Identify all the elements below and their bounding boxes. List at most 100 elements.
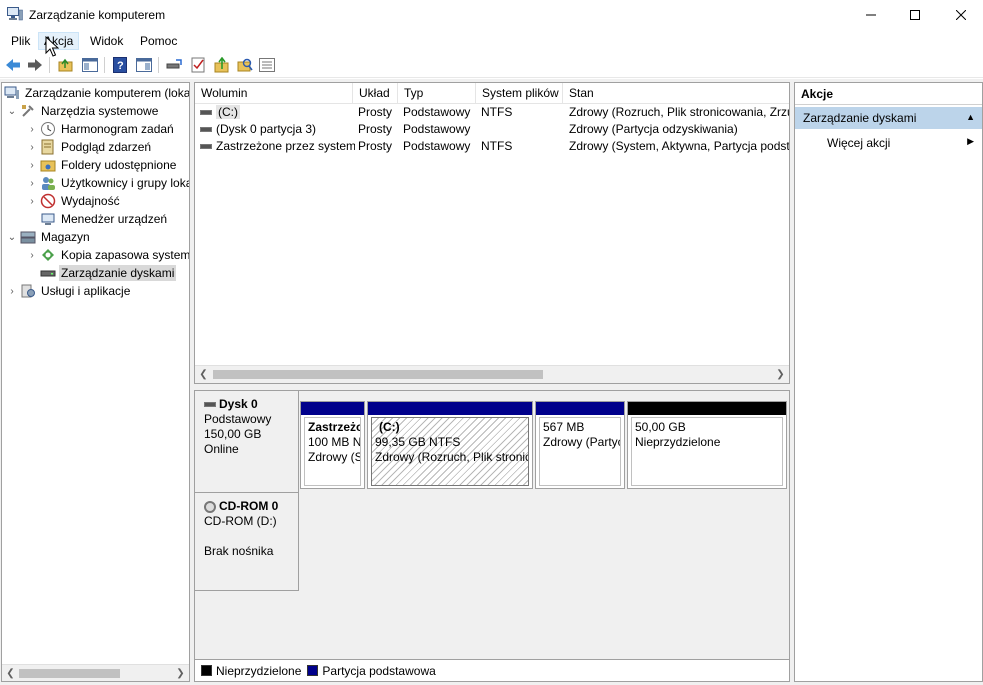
tree-performance[interactable]: › Wydajność [26,192,122,210]
action-pane-icon [136,58,152,72]
volume-list: Wolumin Układ Typ System plików Stan (C:… [194,82,790,384]
partition-bar [628,402,786,415]
scroll-right-icon[interactable]: ❯ [772,366,789,383]
scrollbar-thumb[interactable] [19,669,120,678]
tree-root[interactable]: Zarządzanie komputerem (lokalne) [4,84,189,102]
chevron-right-icon[interactable]: › [26,196,38,207]
back-arrow-icon [6,59,20,71]
performance-icon [40,193,56,209]
tree-event-viewer[interactable]: › Podgląd zdarzeń [26,138,153,156]
chevron-down-icon[interactable]: ⌄ [6,106,18,117]
up-folder-button[interactable] [57,56,75,74]
minimize-button[interactable] [848,0,894,30]
cdrom-0-area[interactable] [299,493,789,591]
scroll-left-icon[interactable]: ❮ [2,665,19,681]
mouse-cursor-icon [45,36,59,57]
tree-shared-folders[interactable]: › Foldery udostępnione [26,156,178,174]
disk-icon [204,402,216,408]
chevron-right-icon[interactable]: › [26,124,38,135]
legend-unallocated-label: Nieprzydzielone [216,663,302,678]
partition-bar [368,402,532,415]
collapse-up-icon[interactable]: ▲ [966,112,975,122]
clock-icon [41,122,55,136]
chevron-right-icon[interactable]: › [26,142,38,153]
menu-file[interactable]: Plik [6,33,35,49]
event-log-icon [41,139,54,155]
computer-management-icon [4,86,19,99]
scroll-right-icon[interactable]: ❯ [172,665,189,681]
cdrom-0-label[interactable]: CD-ROM 0 CD-ROM (D:) Brak nośnika [195,493,299,591]
legend-unallocated-swatch [201,665,212,676]
partition-system-reserved[interactable]: Zastrzeżone przez system 100 MB NTFS Zdr… [300,401,365,489]
legend-primary-label: Partycja podstawowa [322,663,436,678]
tree-system-tools[interactable]: ⌄ Narzędzia systemowe [6,102,160,120]
more-actions[interactable]: Więcej akcji [827,136,890,150]
tree-services[interactable]: › Usługi i aplikacje [6,282,132,300]
tree-horizontal-scrollbar[interactable]: ❮ ❯ [2,664,189,681]
scrollbar-thumb[interactable] [213,370,543,379]
tree-disk-management[interactable]: Zarządzanie dyskami [40,264,177,282]
partition-bar [301,402,364,415]
forward-button[interactable] [26,56,44,74]
close-icon [956,10,966,20]
menu-view[interactable]: Widok [85,33,128,49]
computer-management-icon [7,7,23,21]
column-header-type[interactable]: Typ [398,83,476,103]
volume-row[interactable]: (Dysk 0 partycja 3) Prosty Podstawowy Zd… [195,121,789,138]
legend: Nieprzydzielone Partycja podstawowa [195,659,789,681]
maximize-button[interactable] [892,0,938,30]
close-button[interactable] [938,0,983,30]
show-hide-action-pane-button[interactable] [135,56,153,74]
disk-drive-icon [40,270,56,277]
export-button[interactable] [213,56,231,74]
partition-c[interactable]: (C:) 99,35 GB NTFS Zdrowy (Rozruch, Plik… [367,401,533,489]
users-icon [42,177,55,190]
tree-storage[interactable]: ⌄ Magazyn [6,228,92,246]
submenu-arrow-icon: ▶ [967,136,974,146]
partition-bar [536,402,624,415]
volume-list-horizontal-scrollbar[interactable]: ❮ ❯ [195,365,789,383]
tree-backup[interactable]: › Kopia zapasowa systemu [26,246,189,264]
scroll-left-icon[interactable]: ❮ [195,366,212,383]
properties-button[interactable] [189,56,207,74]
back-button[interactable] [4,56,22,74]
connect-drive-button[interactable] [165,56,183,74]
chevron-down-icon[interactable]: ⌄ [6,232,18,243]
volume-drive-icon [200,110,212,116]
search-button[interactable] [236,56,254,74]
window-title: Zarządzanie komputerem [29,8,166,22]
console-tree-icon [82,58,98,72]
drive-link-icon [166,59,182,69]
show-hide-tree-button[interactable] [81,56,99,74]
actions-pane: Akcje Zarządzanie dyskami ▲ Więcej akcji… [794,82,983,682]
chevron-right-icon[interactable]: › [26,160,38,171]
disk-graphical-view: Dysk 0 Podstawowy 150,00 GB Online Zastr… [194,390,790,682]
tree-local-users[interactable]: › Użytkownicy i grupy lokalne [26,174,189,192]
actions-section-disk-management[interactable]: Zarządzanie dyskami ▲ [795,107,982,129]
console-tree: Zarządzanie komputerem (lokalne) ⌄ Narzę… [1,82,190,682]
partition-unallocated[interactable]: 50,00 GB Nieprzydzielone [627,401,787,489]
volume-row[interactable]: (C:) Prosty Podstawowy NTFS Zdrowy (Rozr… [195,104,789,121]
chevron-right-icon[interactable]: › [26,178,38,189]
menu-help[interactable]: Pomoc [135,33,182,49]
chevron-right-icon[interactable]: › [26,250,38,261]
chevron-right-icon[interactable]: › [6,286,18,297]
list-view-button[interactable] [258,56,276,74]
actions-title: Akcje [795,83,982,105]
disk-0-label[interactable]: Dysk 0 Podstawowy 150,00 GB Online [195,391,299,493]
column-header-volume[interactable]: Wolumin [195,83,353,103]
column-header-filesystem[interactable]: System plików [476,83,563,103]
maximize-icon [910,10,920,20]
shared-folder-icon [40,160,56,172]
volume-row[interactable]: Zastrzeżone przez system Prosty Podstawo… [195,138,789,155]
partition-recovery[interactable]: 567 MB Zdrowy (Partycja odzyskiwania) [535,401,625,489]
column-header-layout[interactable]: Układ [353,83,398,103]
column-header-status[interactable]: Stan [563,83,789,103]
title-bar: Zarządzanie komputerem [0,0,983,30]
volume-drive-icon [200,127,212,133]
tree-device-manager[interactable]: Menedżer urządzeń [40,210,169,228]
tree-task-scheduler[interactable]: › Harmonogram zadań [26,120,176,138]
menu-bar: Plik Akcja Widok Pomoc [0,30,983,52]
help-button[interactable]: ? [111,56,129,74]
storage-icon [20,231,36,244]
